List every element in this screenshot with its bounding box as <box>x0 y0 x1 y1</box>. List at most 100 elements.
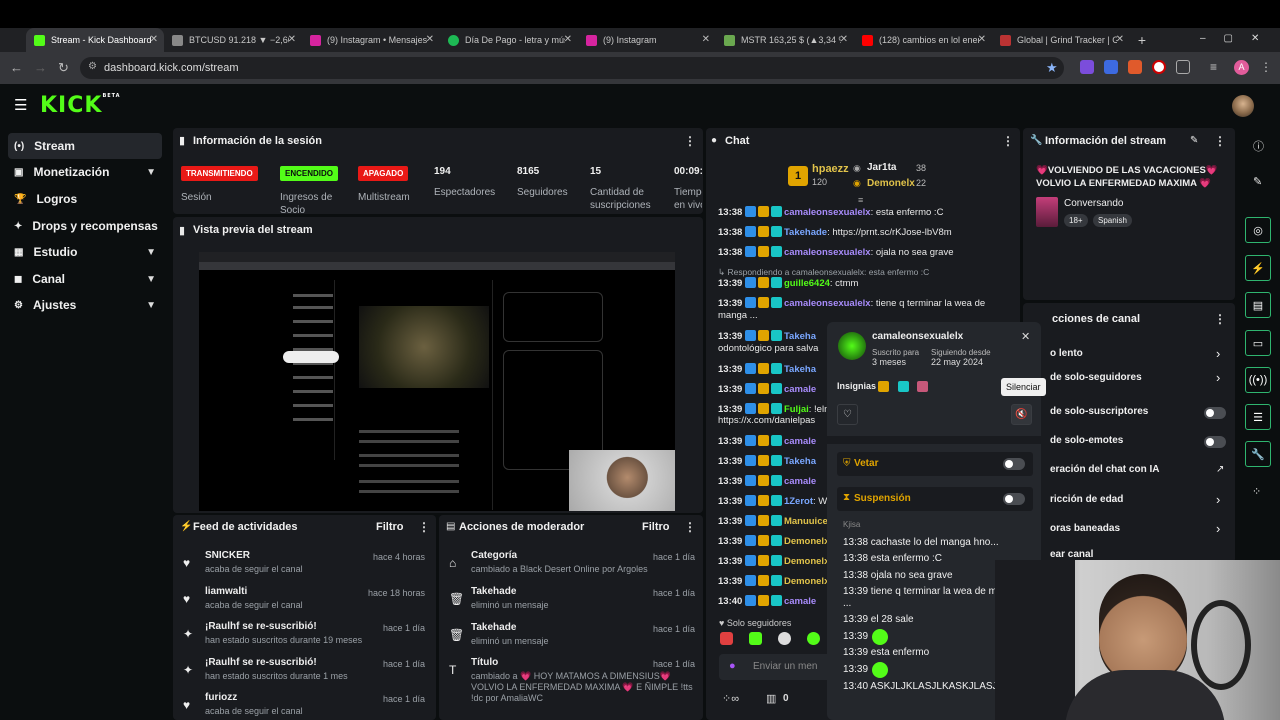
stream-preview-video[interactable] <box>199 252 675 511</box>
channel-action-row[interactable]: oras baneadas <box>1050 523 1120 534</box>
chat-message[interactable]: 13:38 camaleonsexualelx: ojala no sea gr… <box>718 246 953 259</box>
chat-message[interactable]: 13:39 camale <box>718 435 816 448</box>
leader-name[interactable]: Demonelx <box>867 178 915 189</box>
browser-tab[interactable]: Stream - Kick Dashboard ✕ <box>26 28 164 52</box>
chat-tool-icon[interactable]: ▭ <box>1245 330 1271 356</box>
feed-item[interactable]: ✦ ¡Raulhf se re-suscribió! han estado susc… <box>173 657 433 693</box>
channel-action-row[interactable]: eración del chat con IA <box>1050 464 1159 475</box>
chevron-right-icon[interactable]: › <box>1216 346 1220 361</box>
chat-message[interactable]: odontológico para salva <box>718 343 818 355</box>
chat-message[interactable]: 13:39 Takeha <box>718 363 816 376</box>
ban-toggle[interactable] <box>1003 458 1025 470</box>
mod-menu-icon[interactable]: ⋮ <box>684 520 696 534</box>
emote-icon[interactable] <box>807 632 820 645</box>
sidebar-item-logros[interactable]: 🏆 Logros <box>8 186 162 212</box>
profile-avatar[interactable]: A <box>1234 60 1249 75</box>
chat-message[interactable]: 13:40 camale <box>718 595 816 608</box>
chat-settings-icon[interactable]: ⁘∞ <box>722 692 739 705</box>
chevron-right-icon[interactable]: › <box>1216 370 1220 385</box>
expand-leaderboard-icon[interactable]: ≡ <box>858 195 863 205</box>
sidebar-item-canal[interactable]: ◼ Canal ▼ <box>8 266 162 292</box>
feed-menu-icon[interactable]: ⋮ <box>418 520 430 534</box>
close-tab-icon[interactable]: ✕ <box>978 34 986 45</box>
sidebar-item-stream[interactable]: (•) Stream <box>8 133 162 159</box>
browser-menu-icon[interactable]: ⋮ <box>1260 60 1272 74</box>
chat-message[interactable]: 13:39 camaleonsexualelx: tiene q termina… <box>718 297 985 310</box>
mute-button[interactable]: 🔇 <box>1011 404 1032 425</box>
leader-name[interactable]: hpaezz <box>812 163 849 175</box>
site-info-icon[interactable]: ⚙ <box>88 61 97 72</box>
chat-message[interactable]: 13:39 guille6424: ctmm <box>718 277 858 290</box>
new-tab-button[interactable]: + <box>1130 32 1154 48</box>
pencil-icon[interactable]: ✎ <box>1253 175 1262 188</box>
back-icon[interactable]: ← <box>10 60 23 75</box>
bookmark-star-icon[interactable]: ★ <box>1046 60 1058 76</box>
mod-action-item[interactable]: 🗑 Takehade eliminó un mensaje hace 1 día <box>439 586 703 622</box>
window-controls[interactable]: –▢✕ <box>1200 33 1277 44</box>
emote-icon[interactable] <box>720 632 733 645</box>
extension-icon[interactable] <box>1104 60 1118 74</box>
feed-item[interactable]: ✦ ¡Raulhf se re-suscribió! han estado susc… <box>173 621 433 657</box>
forward-icon[interactable]: → <box>34 60 47 75</box>
session-menu-icon[interactable]: ⋮ <box>684 134 696 148</box>
sliders-tool-icon[interactable]: ☰ <box>1245 404 1271 430</box>
chat-message[interactable]: 13:38 Takehade: https://prnt.sc/rKJose-l… <box>718 226 952 239</box>
external-link-icon[interactable]: ↗ <box>1216 464 1224 475</box>
reload-icon[interactable]: ↻ <box>58 60 69 76</box>
chat-message[interactable]: 13:38 camaleonsexualelx: esta enfermo :C <box>718 206 943 219</box>
close-tab-icon[interactable]: ✕ <box>288 34 296 45</box>
extension-icon[interactable] <box>1152 60 1166 74</box>
chat-message[interactable]: 13:39 Demonelx: <box>718 555 832 568</box>
browser-tab[interactable]: Global | Grind Tracker | Gr ✕ <box>992 28 1130 52</box>
feed-item[interactable]: ♥ SNICKER acaba de seguir el canal hace 4 h… <box>173 550 433 586</box>
browser-tab[interactable]: Día De Pago - letra y músi ✕ <box>440 28 578 52</box>
close-tab-icon[interactable]: ✕ <box>150 34 158 45</box>
broadcast-tool-icon[interactable]: ((•)) <box>1245 367 1271 393</box>
feed-item[interactable]: ♥ liamwalti acaba de seguir el canal hace 1… <box>173 586 433 622</box>
document-tool-icon[interactable]: ▤ <box>1245 292 1271 318</box>
browser-tab[interactable]: (9) Instagram • Mensajes ✕ <box>302 28 440 52</box>
channel-actions-menu-icon[interactable]: ⋮ <box>1214 312 1226 326</box>
follow-heart-button[interactable]: ♡ <box>837 404 858 425</box>
close-tab-icon[interactable]: ✕ <box>426 34 434 45</box>
chat-message[interactable]: https://x.com/danielpas <box>718 415 815 427</box>
chat-message[interactable]: 13:39 Demonelx: <box>718 535 832 548</box>
chat-message[interactable]: 13:39 Takeha <box>718 330 816 343</box>
stream-info-menu-icon[interactable]: ⋮ <box>1214 134 1226 148</box>
browser-tab[interactable]: (9) Instagram ✕ <box>578 28 716 52</box>
close-icon[interactable]: ✕ <box>1021 330 1030 343</box>
leader-name[interactable]: Jar1ta <box>867 162 896 173</box>
user-avatar[interactable] <box>1232 95 1254 117</box>
chat-message[interactable]: 13:39 Takeha <box>718 455 816 468</box>
extension-icon[interactable] <box>1128 60 1142 74</box>
mod-action-item[interactable]: 🗑 Takehade eliminó un mensaje hace 1 día <box>439 622 703 658</box>
chevron-right-icon[interactable]: › <box>1216 521 1220 536</box>
reading-list-icon[interactable]: ≡ <box>1210 60 1217 74</box>
close-tab-icon[interactable]: ✕ <box>702 34 710 45</box>
channel-action-row[interactable]: o lento <box>1050 348 1083 359</box>
more-tools-icon[interactable]: ⁘ <box>1252 485 1261 498</box>
kick-logo[interactable]: KICKBETA <box>40 93 121 118</box>
microphone-icon[interactable]: ● <box>729 660 736 672</box>
chevron-right-icon[interactable]: › <box>1216 492 1220 507</box>
info-circle-icon[interactable]: ⓘ <box>1253 138 1264 154</box>
sidebar-item-monetizacion[interactable]: ▣ Monetización ▼ <box>8 159 162 185</box>
sidebar-item-estudio[interactable]: ▦ Estudio ▼ <box>8 239 162 265</box>
hamburger-menu-icon[interactable]: ☰ <box>14 96 27 114</box>
channel-action-row[interactable]: ricción de edad <box>1050 494 1123 505</box>
gift-icon[interactable]: ▥ <box>766 692 776 705</box>
chat-menu-icon[interactable]: ⋮ <box>1002 134 1014 148</box>
chat-input[interactable]: ● Enviar un men <box>719 654 829 680</box>
channel-action-row[interactable]: de solo-suscriptores <box>1050 406 1148 417</box>
mod-action-item[interactable]: T Título cambiado a 💗 HOY MATAMOS A DIMENS… <box>439 657 703 717</box>
feed-item[interactable]: ♥ furiozz acaba de seguir el canal hace 1 d… <box>173 692 433 720</box>
extension-icon[interactable] <box>1080 60 1094 74</box>
channel-action-toggle[interactable] <box>1204 407 1226 419</box>
channel-action-row[interactable]: de solo-emotes <box>1050 435 1123 446</box>
browser-tab[interactable]: BTCUSD 91.218 ▼ −2,66%✕ <box>164 28 302 52</box>
chat-message[interactable]: 13:39 camale <box>718 383 816 396</box>
chat-message[interactable]: 13:39 camale <box>718 475 816 488</box>
emote-icon[interactable] <box>749 632 762 645</box>
chat-message[interactable]: 13:39 Demonelx: <box>718 575 832 588</box>
emote-icon[interactable] <box>778 632 791 645</box>
